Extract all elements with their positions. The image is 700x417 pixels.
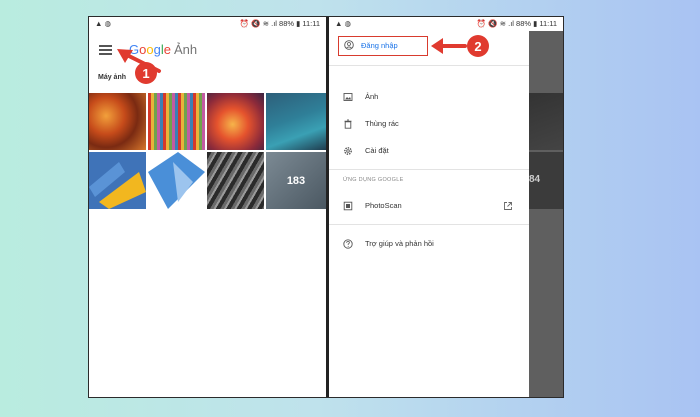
screenshot-frame: ▲ ◍ ⏰ 🔇 ≋ .ıl 88% ▮ 11:11 Google Ảnh 1 Má… (88, 16, 564, 398)
external-link-icon[interactable] (503, 201, 513, 211)
more-photos-count: 183 (286, 174, 306, 187)
photo-thumbnail[interactable] (148, 93, 205, 150)
status-bar: ▲ ◍ ⏰ 🔇 ≋ .ıl 88% ▮ 11:11 (329, 17, 563, 31)
gear-icon (344, 147, 352, 155)
album-label: Máy ảnh (98, 74, 127, 81)
logo-letter: e (163, 42, 171, 57)
photo-thumbnail[interactable] (207, 152, 264, 209)
drawer-scrim[interactable]: 84 (529, 31, 563, 397)
photo-thumbnail[interactable] (89, 152, 146, 209)
status-left: ▲ ◍ (95, 19, 112, 28)
photo-thumbnail[interactable] (89, 93, 146, 150)
menu-item-photoscan[interactable]: PhotoScan (329, 197, 529, 215)
menu-item-photos[interactable]: Ảnh (329, 88, 529, 106)
trash-icon (344, 119, 352, 129)
signin-button[interactable]: Đăng nhập (338, 36, 428, 56)
menu-icon[interactable] (99, 45, 112, 55)
photo-thumbnail[interactable] (266, 93, 326, 150)
drawer-separator (329, 169, 529, 170)
status-right: ⏰ 🔇 ≋ .ıl 88% ▮ 11:11 (476, 19, 557, 28)
right-phone-screen: ▲ ◍ ⏰ 🔇 ≋ .ıl 88% ▮ 11:11 84 Đăng nhập 2… (329, 17, 563, 397)
left-phone-screen: ▲ ◍ ⏰ 🔇 ≋ .ıl 88% ▮ 11:11 Google Ảnh 1 Má… (89, 17, 326, 397)
navigation-drawer: Đăng nhập 2 Ảnh Thùng rác Cài đặt ỨNG DỤ… (329, 31, 529, 397)
status-bar: ▲ ◍ ⏰ 🔇 ≋ .ıl 88% ▮ 11:11 (89, 17, 326, 31)
menu-item-help[interactable]: Trợ giúp và phản hồi (329, 235, 529, 253)
step-badge-1: 1 (135, 62, 157, 84)
menu-label: PhotoScan (365, 201, 402, 210)
section-heading-google-apps: ỨNG DỤNG GOOGLE (343, 177, 404, 183)
menu-label: Thùng rác (365, 119, 399, 128)
dimmed-thumbnail (529, 93, 563, 150)
photoscan-icon (343, 201, 353, 211)
menu-item-trash[interactable]: Thùng rác (329, 115, 529, 133)
account-icon (344, 40, 354, 50)
dimmed-thumbnail: 84 (529, 152, 563, 209)
annotation-arrow-2 (431, 38, 467, 54)
more-photos-tile[interactable]: 183 (266, 152, 326, 209)
photo-icon (343, 93, 353, 101)
drawer-separator (329, 224, 529, 225)
dimmed-count: 84 (529, 174, 541, 185)
drawer-separator (329, 65, 529, 66)
app-name: Ảnh (173, 42, 198, 57)
menu-label: Ảnh (365, 92, 379, 101)
menu-label: Trợ giúp và phản hồi (365, 239, 434, 248)
photo-thumbnail[interactable] (148, 152, 205, 209)
status-left: ▲ ◍ (335, 19, 352, 28)
help-icon (343, 239, 353, 249)
status-right: ⏰ 🔇 ≋ .ıl 88% ▮ 11:11 (239, 19, 320, 28)
photo-thumbnail[interactable] (207, 93, 264, 150)
menu-item-settings[interactable]: Cài đặt (329, 142, 529, 160)
menu-label: Cài đặt (365, 146, 389, 155)
step-badge-2: 2 (467, 35, 489, 57)
signin-label: Đăng nhập (361, 41, 398, 50)
